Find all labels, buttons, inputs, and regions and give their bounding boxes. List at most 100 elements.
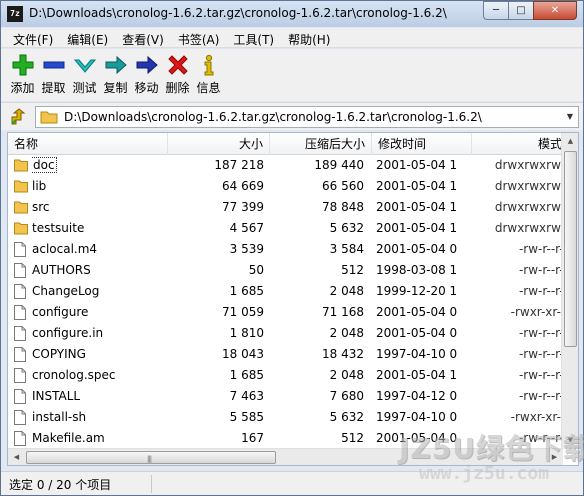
file-attributes: drwxrwxrwx [494,221,568,235]
file-row[interactable]: AUTHORS 50 512 1998-03-08 1 -rw-r--r-- [8,260,568,281]
add-label: 添加 [10,81,35,95]
menu-tools[interactable]: 工具(T) [227,28,280,47]
column-header-name[interactable]: 名称 [8,133,168,155]
menu-bar: 文件(F) 编辑(E) 查看(V) 书签(A) 工具(T) 帮助(H) [1,28,583,48]
minimize-button[interactable]: ─ [483,1,509,20]
file-name: install-sh [32,410,87,424]
horizontal-scroll-thumb[interactable]: ||| [26,451,276,464]
status-bar: 选定 0 / 20 个项目 [1,471,583,495]
scroll-right-icon[interactable]: ▶ [546,449,563,465]
status-selection: 选定 0 / 20 个项目 [9,478,112,492]
file-attributes: -rw-r--r-- [518,326,568,340]
delete-button[interactable]: 删除 [162,49,193,101]
menu-bookmarks[interactable]: 书签(A) [172,28,226,47]
info-button[interactable]: 信息 [193,49,224,101]
file-row[interactable]: install-sh 5 585 5 632 1997-04-10 0 -rwxr-xr… [8,407,568,428]
vertical-scroll-thumb[interactable] [564,151,577,347]
up-arrow-icon [11,108,26,125]
file-modified: 1999-12-20 1 [376,284,458,298]
file-name: ChangeLog [32,284,100,298]
file-name: INSTALL [32,389,81,403]
menu-view[interactable]: 查看(V) [116,28,170,47]
move-arrow-icon [136,52,158,78]
file-name: cronolog.spec [32,368,116,382]
window-title: D:\Downloads\cronolog-1.6.2.tar.gz\crono… [29,6,447,20]
file-modified: 2001-05-04 0 [376,431,458,445]
status-divider [151,475,152,493]
file-icon [14,326,28,341]
file-row[interactable]: INSTALL 7 463 7 680 1997-04-12 0 -rw-r--r-- [8,386,568,407]
title-bar[interactable]: 7z D:\Downloads\cronolog-1.6.2.tar.gz\cr… [1,1,583,27]
file-icon [14,305,28,320]
file-row[interactable]: ChangeLog 1 685 2 048 1999-12-20 1 -rw-r--r-… [8,281,568,302]
scroll-up-icon[interactable]: ▲ [562,133,578,150]
path-value: D:\Downloads\cronolog-1.6.2.tar.gz\crono… [64,110,482,124]
file-row[interactable]: configure.in 1 810 2 048 2001-05-04 0 -rw-r-… [8,323,568,344]
file-icon [14,263,28,278]
scroll-down-icon[interactable]: ▼ [562,432,578,449]
column-header-packed-size[interactable]: 压缩后大小 [270,133,372,155]
file-row[interactable]: cronolog.spec 1 685 2 048 2001-05-04 1 -rw-r… [8,365,568,386]
horizontal-scrollbar[interactable]: ◀ ||| ▶ [8,448,563,465]
file-row[interactable]: testsuite 4 567 5 632 2001-05-04 1 drwxrwxrw… [8,218,568,239]
file-attributes: drwxrwxrwx [494,179,568,193]
file-size: 7 463 [229,389,264,403]
copy-label: 复制 [103,81,128,95]
extract-button[interactable]: 提取 [38,49,69,101]
scroll-left-icon[interactable]: ◀ [8,449,25,465]
file-row[interactable]: configure 71 059 71 168 2001-05-04 0 -rwxr-x… [8,302,568,323]
folder-icon [14,221,28,236]
file-icon [14,242,28,257]
close-button[interactable]: ✕ [533,1,577,20]
file-modified: 2001-05-04 0 [376,305,458,319]
path-combobox[interactable]: D:\Downloads\cronolog-1.6.2.tar.gz\crono… [35,106,579,128]
file-packed-size: 5 632 [329,221,364,235]
file-row[interactable]: Makefile.am 167 512 2001-05-04 0 -rw-r--r-- [8,428,568,449]
column-header-attributes[interactable]: 模式 [472,133,568,155]
folder-icon [14,179,28,194]
info-label: 信息 [196,81,221,95]
minus-icon [43,52,65,78]
file-list[interactable]: 名称 大小 压缩后大小 修改时间 模式 doc 187 218 189 440 200… [7,132,579,466]
file-modified: 2001-05-04 0 [376,242,458,256]
file-attributes: -rw-r--r-- [518,431,568,445]
file-packed-size: 2 048 [329,284,364,298]
app-icon-7z: 7z [7,6,23,22]
file-modified: 2001-05-04 1 [376,221,458,235]
copy-button[interactable]: 复制 [100,49,131,101]
list-header: 名称 大小 压缩后大小 修改时间 模式 [8,133,568,155]
file-packed-size: 3 584 [329,242,364,256]
file-packed-size: 512 [341,263,364,277]
copy-arrow-icon [105,52,127,78]
test-button[interactable]: 测试 [69,49,100,101]
archive-window: 7z D:\Downloads\cronolog-1.6.2.tar.gz\cr… [0,0,584,496]
file-name: COPYING [32,347,86,361]
file-row[interactable]: lib 64 669 66 560 2001-05-04 1 drwxrwxrwx [8,176,568,197]
file-row[interactable]: aclocal.m4 3 539 3 584 2001-05-04 0 -rw-r--r… [8,239,568,260]
up-folder-button[interactable] [9,108,27,126]
plus-icon [12,52,34,78]
folder-icon [14,200,28,215]
menu-help[interactable]: 帮助(H) [282,28,336,47]
file-attributes: -rwxr-xr-x [510,410,568,424]
file-rows: doc 187 218 189 440 2001-05-04 1 drwxrwxrwx l… [8,155,568,449]
file-attributes: drwxrwxrwx [494,200,568,214]
chevron-down-icon[interactable]: ▼ [562,107,578,127]
column-header-modified[interactable]: 修改时间 [372,133,472,155]
file-row[interactable]: src 77 399 78 848 2001-05-04 1 drwxrwxrwx [8,197,568,218]
file-modified: 1997-04-10 0 [376,410,458,424]
file-size: 4 567 [229,221,264,235]
menu-edit[interactable]: 编辑(E) [61,28,114,47]
column-header-size[interactable]: 大小 [168,133,270,155]
move-button[interactable]: 移动 [131,49,162,101]
file-row[interactable]: COPYING 18 043 18 432 1997-04-10 0 -rw-r--r-… [8,344,568,365]
file-row[interactable]: doc 187 218 189 440 2001-05-04 1 drwxrwxrwx [8,155,568,176]
file-modified: 2001-05-04 0 [376,326,458,340]
file-packed-size: 2 048 [329,326,364,340]
menu-file[interactable]: 文件(F) [7,28,59,47]
maximize-button[interactable]: □ [508,1,534,20]
add-button[interactable]: 添加 [7,49,38,101]
vertical-scrollbar[interactable]: ▲ ▼ [561,133,578,449]
check-icon [73,52,96,78]
file-name: lib [32,179,47,193]
